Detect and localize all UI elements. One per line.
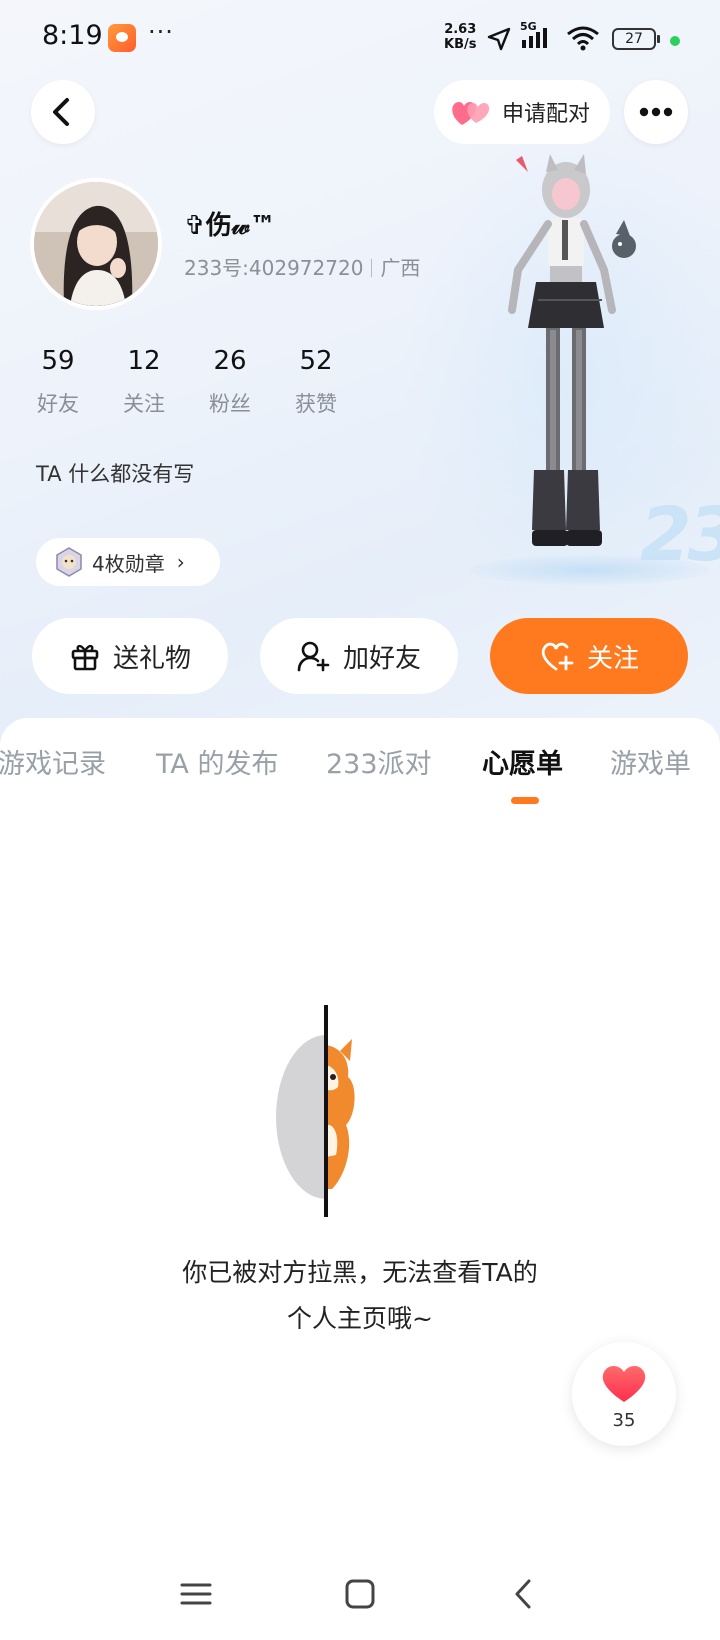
stat-value: 26: [213, 346, 247, 376]
request-match-button[interactable]: 申请配对: [434, 80, 610, 144]
status-time: 8:19: [42, 20, 103, 51]
stat-likes[interactable]: 52 获赞: [276, 346, 356, 418]
double-heart-icon: [452, 102, 490, 125]
battery-icon: 27: [612, 28, 660, 50]
follow-label: 关注: [586, 643, 639, 674]
tab-game-records[interactable]: 游戏记录: [0, 742, 106, 781]
tab-game-lists[interactable]: 游戏单: [610, 742, 691, 781]
follow-button[interactable]: 关注: [490, 618, 688, 694]
brand-watermark: 233: [640, 492, 720, 578]
send-gift-button[interactable]: 送礼物: [32, 618, 228, 694]
back-triangle-icon[interactable]: [506, 1576, 542, 1612]
medals-label: 4枚勋章: [92, 551, 165, 576]
chevron-right-icon: ›: [176, 550, 185, 574]
network-speed-unit: KB/s: [444, 37, 477, 52]
like-count: 35: [612, 1410, 636, 1431]
back-arrow-icon: [53, 98, 69, 126]
system-navigation-bar: [0, 1560, 720, 1640]
like-floating-button[interactable]: 35: [572, 1342, 676, 1446]
back-button[interactable]: [31, 80, 95, 144]
blocked-peek-illustration: [276, 1005, 355, 1217]
uid-line: 233号:402972720 广西: [184, 252, 420, 281]
gift-icon: [71, 644, 99, 671]
stat-label: 粉丝: [209, 392, 251, 416]
stat-value: 52: [299, 346, 333, 376]
character-avatar-figure[interactable]: [486, 150, 646, 570]
wifi-icon: [567, 26, 599, 51]
stat-label: 关注: [123, 392, 165, 416]
send-gift-label: 送礼物: [112, 643, 191, 674]
network-speed: 2.63 KB/s: [444, 22, 476, 52]
tab-wishlist[interactable]: 心愿单: [482, 742, 563, 781]
add-user-icon: [297, 641, 330, 672]
status-icons: 5G 27: [486, 20, 706, 52]
menu-icon[interactable]: [178, 1576, 214, 1612]
stat-following[interactable]: 12 关注: [104, 346, 184, 418]
username: ✞伤𝓌™: [184, 211, 276, 241]
user-region: 广西: [380, 256, 421, 280]
location-icon: [487, 27, 511, 51]
stat-friends[interactable]: 59 好友: [18, 346, 98, 418]
more-options-button[interactable]: [624, 80, 688, 144]
cellular-signal-icon: 5G: [520, 20, 560, 50]
network-speed-value: 2.63: [444, 22, 477, 37]
stat-fans[interactable]: 26 粉丝: [190, 346, 270, 418]
more-dots-icon: [639, 107, 673, 117]
tab-posts[interactable]: TA 的发布: [156, 742, 278, 781]
stat-label: 好友: [37, 392, 79, 416]
user-avatar[interactable]: [30, 178, 162, 310]
blocked-message-line2: 个人主页哦~: [287, 1304, 433, 1333]
heart-icon: [602, 1366, 646, 1402]
tab-233-party[interactable]: 233派对: [326, 742, 432, 781]
app-notification-icon: [108, 24, 136, 52]
blocked-message: 你已被对方拉黑，无法查看TA的 个人主页哦~: [120, 1250, 600, 1342]
stat-label: 获赞: [295, 392, 337, 416]
divider: [371, 259, 373, 277]
status-bar: 8:19 ··· 2.63 KB/s 5G 27: [0, 0, 720, 78]
privacy-indicator-dot: [670, 36, 680, 46]
stat-value: 12: [127, 346, 161, 376]
user-id: 233号:402972720: [184, 256, 364, 280]
active-tab-indicator: [511, 797, 539, 804]
user-bio: TA 什么都没有写: [36, 462, 195, 486]
heart-plus-icon: [541, 642, 574, 671]
medals-button[interactable]: 4枚勋章 ›: [36, 538, 220, 586]
avatar-photo: [34, 182, 158, 306]
add-friend-label: 加好友: [342, 643, 421, 674]
status-more-indicator: ···: [148, 18, 174, 46]
network-type: 5G: [520, 20, 537, 33]
medal-icon: [56, 547, 82, 577]
add-friend-button[interactable]: 加好友: [260, 618, 458, 694]
home-square-icon[interactable]: [342, 1576, 378, 1612]
blocked-message-line1: 你已被对方拉黑，无法查看TA的: [182, 1258, 538, 1287]
stat-value: 59: [41, 346, 75, 376]
request-match-label: 申请配对: [502, 102, 591, 127]
